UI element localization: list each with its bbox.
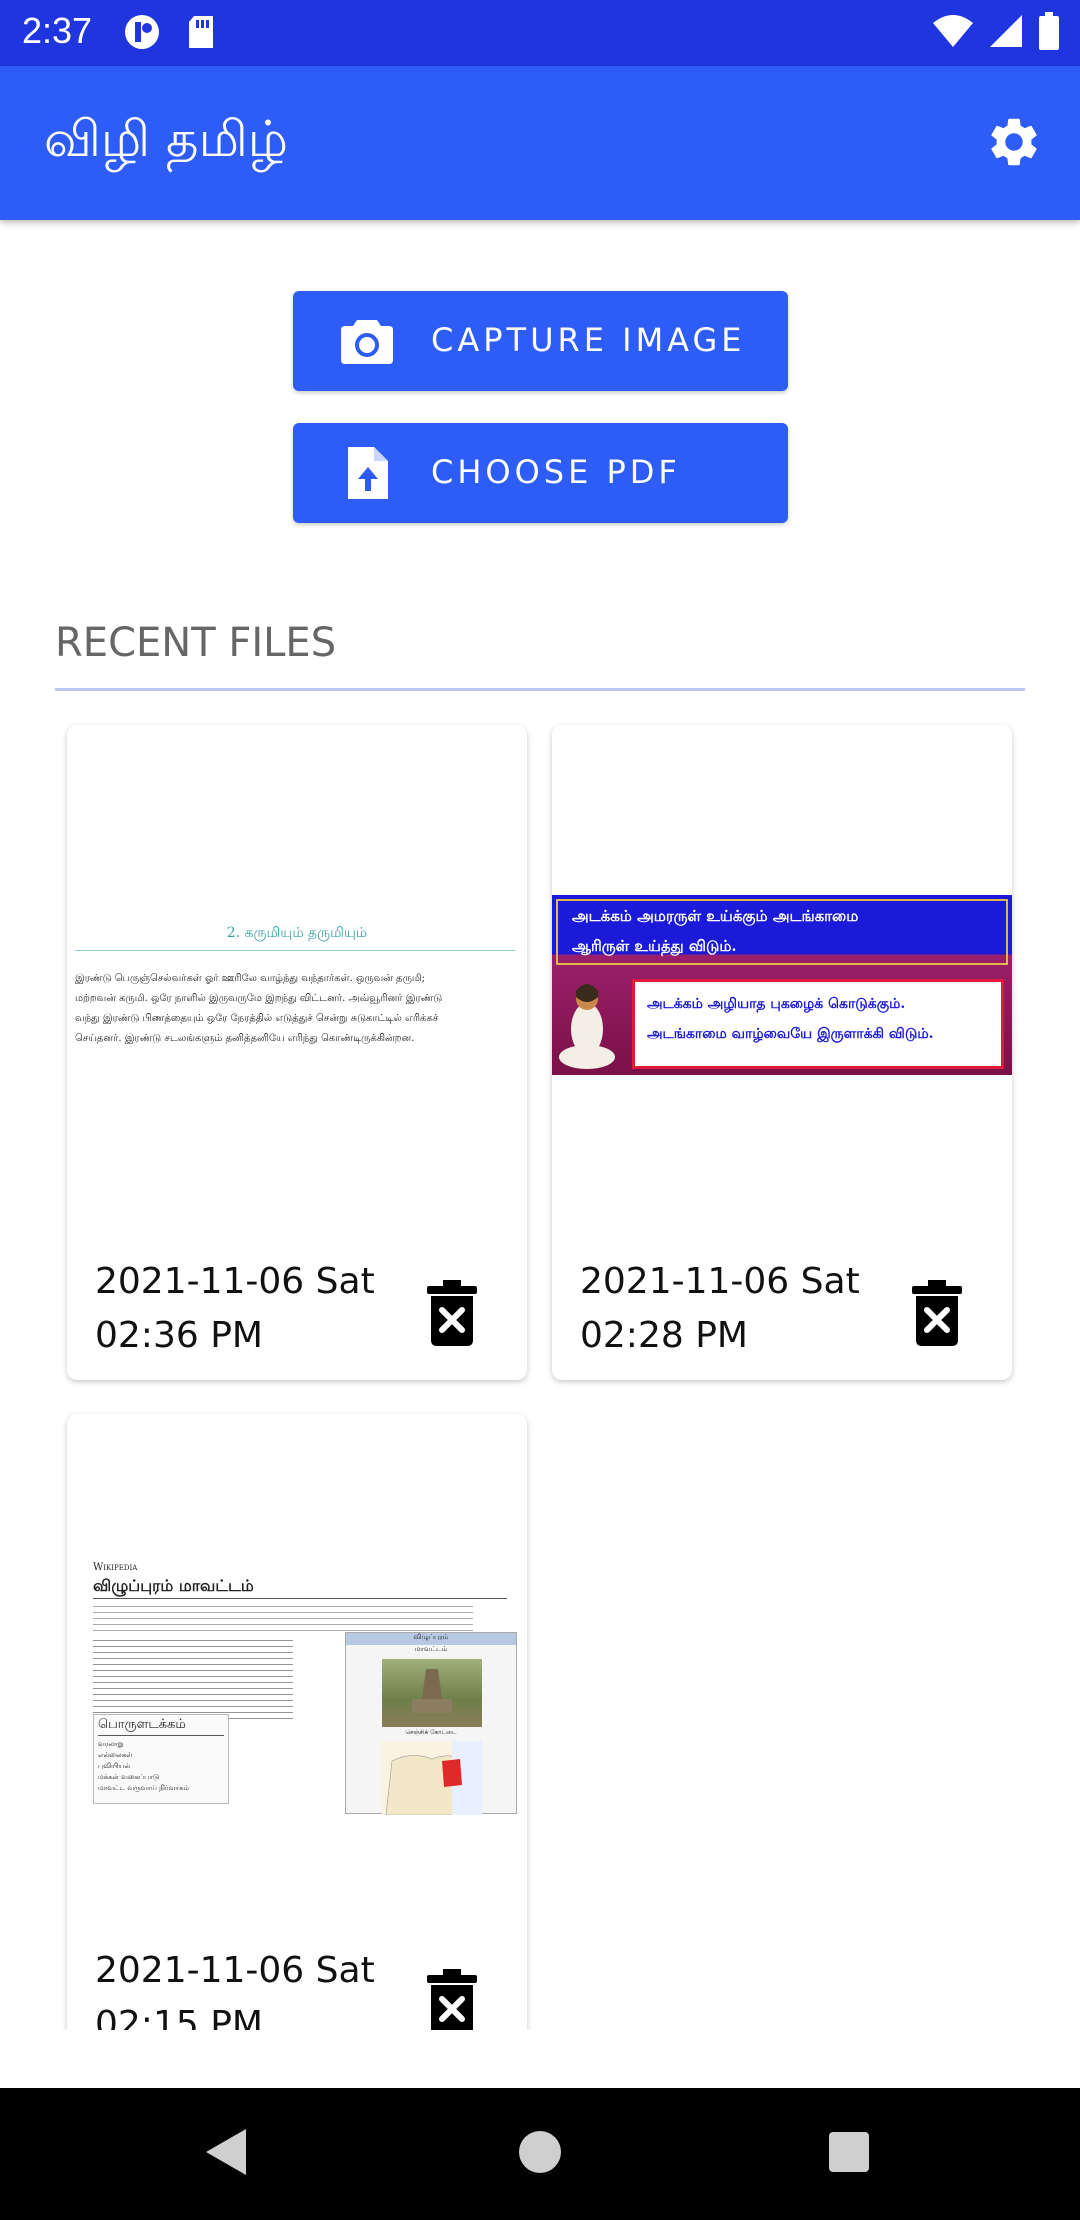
file-date: 2021-11-06 Sat xyxy=(95,1950,375,1991)
gear-icon xyxy=(985,113,1043,175)
recents-button[interactable] xyxy=(813,2118,885,2190)
recents-icon xyxy=(827,2130,871,2178)
preview-heading: 2. கருமியும் தருமியும் xyxy=(226,925,368,941)
preview-divider xyxy=(75,950,515,951)
app-notification-icon xyxy=(124,14,164,54)
back-icon xyxy=(202,2127,250,2181)
app-title: விழி தமிழ் xyxy=(44,110,289,168)
sd-card-icon xyxy=(186,14,216,54)
settings-button[interactable] xyxy=(982,112,1046,176)
file-time: 02:15 PM xyxy=(95,2004,263,2030)
home-icon xyxy=(517,2129,563,2179)
file-date: 2021-11-06 Sat xyxy=(580,1261,860,1302)
preview-line: அடக்கம் அழியாத புகழைக் கொடுக்கும். xyxy=(647,996,906,1012)
cell-signal-icon xyxy=(988,13,1024,53)
choose-pdf-button[interactable]: CHOOSE PDF xyxy=(293,423,788,523)
preview-divider xyxy=(93,1598,507,1599)
file-date: 2021-11-06 Sat xyxy=(95,1261,375,1302)
preview-infobox: விழுப்புரம் மாவட்டம் செஞ்சிக் கோட்டை xyxy=(345,1632,517,1816)
battery-icon xyxy=(1038,12,1060,54)
file-timestamp: 2021-11-06 Sat 02:15 PM xyxy=(95,1944,375,2030)
status-bar: 2:37 xyxy=(0,0,1080,66)
app-bar: விழி தமிழ் xyxy=(0,66,1080,220)
preview-heading: விழுப்புரம் மாவட்டம் xyxy=(93,1576,254,1595)
file-upload-icon xyxy=(339,445,395,501)
divider xyxy=(55,688,1025,691)
navigation-bar xyxy=(0,2088,1080,2220)
district-map xyxy=(382,1741,482,1816)
capture-image-button[interactable]: CAPTURE IMAGE xyxy=(293,291,788,391)
file-timestamp: 2021-11-06 Sat 02:28 PM xyxy=(580,1255,860,1363)
file-card[interactable]: 2. கருமியும் தருமியும் இரண்டு பெருஞ்செல்… xyxy=(67,725,527,1380)
file-timestamp: 2021-11-06 Sat 02:36 PM xyxy=(95,1255,375,1363)
file-thumbnail: அடக்கம் அமரருள் உய்க்கும் அடங்காமை ஆரிரு… xyxy=(552,725,1012,1225)
capture-image-label: CAPTURE IMAGE xyxy=(431,321,746,359)
file-card[interactable]: அடக்கம் அமரருள் உய்க்கும் அடங்காமை ஆரிரு… xyxy=(552,725,1012,1380)
delete-button[interactable] xyxy=(427,1969,497,2030)
preview-line: மற்றவன் கருமி. ஒரே நாளில் இருவருமே இறந்த… xyxy=(75,993,443,1004)
delete-button[interactable] xyxy=(912,1280,982,1358)
delete-icon xyxy=(427,1280,477,1350)
preview-toc: பொருளடக்கம் வரலாறு எல்லைகள் புவியியல் மக… xyxy=(93,1714,229,1804)
recent-files-list[interactable]: 2. கருமியும் தருமியும் இரண்டு பெருஞ்செல்… xyxy=(0,700,1080,2030)
thiruvalluvar-image xyxy=(558,977,616,1069)
status-time: 2:37 xyxy=(22,10,93,51)
file-time: 02:28 PM xyxy=(580,1315,748,1356)
recent-files-title: RECENT FILES xyxy=(55,620,337,666)
choose-pdf-label: CHOOSE PDF xyxy=(431,453,681,491)
back-button[interactable] xyxy=(190,2118,262,2190)
file-thumbnail: Wikipedia விழுப்புரம் மாவட்டம் பொருளடக்க… xyxy=(67,1414,527,1914)
preview-line: அடக்கம் அமரருள் உய்க்கும் அடங்காமை xyxy=(572,907,859,925)
file-thumbnail: 2. கருமியும் தருமியும் இரண்டு பெருஞ்செல்… xyxy=(67,725,527,1225)
file-time: 02:36 PM xyxy=(95,1315,263,1356)
wifi-icon xyxy=(932,13,974,53)
delete-button[interactable] xyxy=(427,1280,497,1358)
preview-text-block xyxy=(93,1640,293,1720)
delete-icon xyxy=(427,1969,477,2030)
preview-line: செய்தனர். இரண்டு சடலங்களும் தனித்தனியே எ… xyxy=(75,1033,415,1044)
preview-line: இரண்டு பெருஞ்செல்வர்கள் ஓர் ஊரிலே வாழ்ந்… xyxy=(75,973,426,984)
camera-icon xyxy=(339,313,395,369)
preview-banner: அடக்கம் அமரருள் உய்க்கும் அடங்காமை ஆரிரு… xyxy=(552,895,1012,1075)
fort-photo xyxy=(382,1659,482,1727)
home-button[interactable] xyxy=(504,2118,576,2190)
preview-brand: Wikipedia xyxy=(93,1562,138,1573)
delete-icon xyxy=(912,1280,962,1350)
preview-line: அடங்காமை வாழ்வையே இருளாக்கி விடும். xyxy=(647,1026,934,1042)
file-card[interactable]: Wikipedia விழுப்புரம் மாவட்டம் பொருளடக்க… xyxy=(67,1414,527,2030)
preview-line: வந்து இரண்டு பிணத்தையும் ஒரே நேரத்தில் எ… xyxy=(75,1013,439,1024)
preview-line: ஆரிருள் உய்த்து விடும். xyxy=(572,937,737,955)
